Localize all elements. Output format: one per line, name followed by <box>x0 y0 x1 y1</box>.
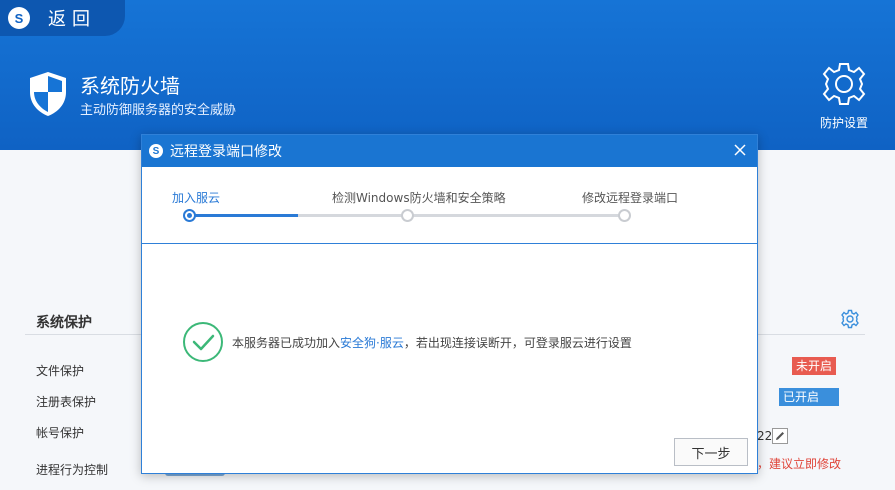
next-button[interactable]: 下一步 <box>674 438 748 466</box>
section-title: 系统保护 <box>36 315 92 331</box>
row-label-registry-protection: 注册表保护 <box>36 395 97 409</box>
back-label: 返回 <box>48 9 96 30</box>
step-dot-2 <box>401 209 414 222</box>
success-message: 本服务器已成功加入安全狗·服云，若出现连接误断开，可登录服云进行设置 <box>182 321 632 363</box>
row-label-process-control: 进程行为控制 <box>36 463 109 477</box>
step-progress: 加入服云 检测Windows防火墙和安全策略 修改远程登录端口 <box>142 167 757 244</box>
step-dot-3 <box>618 209 631 222</box>
port-value: 22 <box>757 429 773 443</box>
section-settings-icon[interactable] <box>840 309 860 329</box>
step-label-modify-port: 修改远程登录端口 <box>582 191 679 205</box>
page-title: 系统防火墙 <box>80 74 180 98</box>
dialog-logo-icon: S <box>149 144 163 158</box>
close-icon[interactable] <box>731 141 749 159</box>
remote-port-dialog: S 远程登录端口修改 加入服云 检测Windows防火墙和安全策略 修改远程登录… <box>141 134 758 474</box>
progress-fill <box>189 214 298 217</box>
protection-settings-label: 防护设置 <box>819 116 868 130</box>
step-dot-1 <box>183 209 196 222</box>
dialog-title: 远程登录端口修改 <box>170 144 282 160</box>
success-text: 本服务器已成功加入安全狗·服云，若出现连接误断开，可登录服云进行设置 <box>232 334 632 351</box>
step-label-check-firewall: 检测Windows防火墙和安全策略 <box>332 191 506 205</box>
shield-icon <box>30 72 66 116</box>
step-label-join-cloud: 加入服云 <box>172 191 221 205</box>
gear-icon <box>822 63 866 105</box>
safedog-logo-icon: S <box>8 7 30 29</box>
safedog-cloud-link[interactable]: 安全狗·服云 <box>340 336 404 350</box>
status-badge-on[interactable]: 已开启 <box>779 388 839 406</box>
message-prefix: 本服务器已成功加入 <box>232 335 341 350</box>
warning-text: ，建议立即修改 <box>757 457 842 471</box>
row-label-account-protection: 帐号保护 <box>36 426 85 440</box>
page-subtitle: 主动防御服务器的安全威胁 <box>80 103 237 118</box>
dialog-titlebar: S 远程登录端口修改 <box>142 135 757 167</box>
edit-icon[interactable] <box>772 428 788 444</box>
app-header: S 返回 系统防火墙 主动防御服务器的安全威胁 防护设置 <box>0 0 895 150</box>
row-label-file-protection: 文件保护 <box>36 364 85 378</box>
protection-settings-button[interactable]: 防护设置 <box>812 60 876 131</box>
back-button[interactable]: S 返回 <box>0 0 125 36</box>
check-circle-icon <box>183 322 223 362</box>
status-badge-off[interactable]: 未开启 <box>792 357 837 375</box>
message-suffix: ，若出现连接误断开，可登录服云进行设置 <box>403 335 632 350</box>
